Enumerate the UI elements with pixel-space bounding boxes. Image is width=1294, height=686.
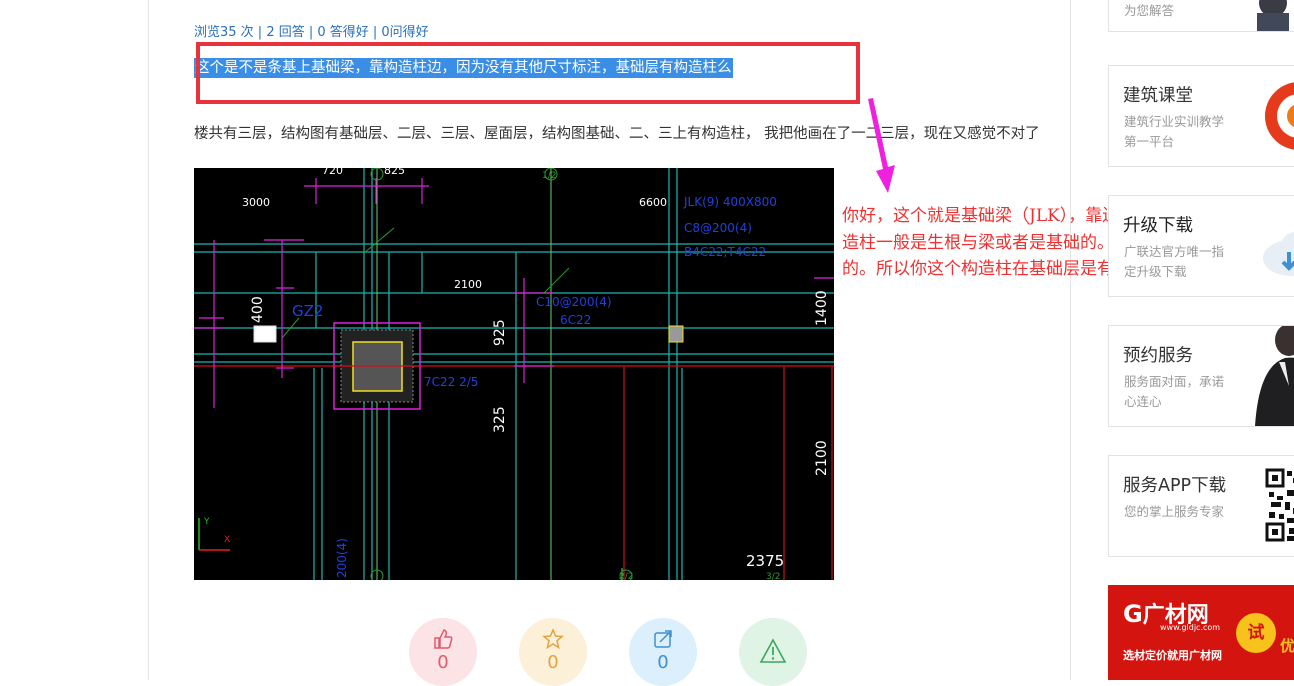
share-count: 0 [657, 652, 669, 673]
sidebar-card-appointment[interactable]: 预约服务 服务面对面，承诺心连心 [1108, 325, 1294, 427]
sidebar-card-app-download[interactable]: 服务APP下载 您的掌上服务专家 [1108, 455, 1294, 557]
report-button[interactable] [739, 618, 807, 686]
service-person-icon [1255, 326, 1294, 426]
course-logo-icon [1265, 82, 1294, 150]
svg-text:JLK(9) 400X800: JLK(9) 400X800 [683, 195, 777, 209]
star-icon [519, 628, 587, 655]
sidebar-card-top-desc: 为您解答 [1124, 3, 1175, 18]
like-button[interactable]: 0 [409, 618, 477, 686]
svg-text:925: 925 [492, 319, 508, 346]
svg-text:825: 825 [384, 168, 405, 177]
cloud-download-icon [1263, 232, 1294, 276]
sidebar-card-title: 服务APP下载 [1123, 476, 1227, 496]
svg-text:400: 400 [250, 296, 266, 323]
svg-text:720: 720 [322, 168, 343, 177]
warning-triangle-icon [739, 638, 807, 669]
svg-text:1/2: 1/2 [542, 171, 556, 181]
svg-text:325: 325 [492, 406, 508, 433]
sidebar-card-desc: 您的掌上服务专家 [1124, 504, 1225, 519]
ad-extra-text: 优 [1280, 637, 1294, 655]
ad-slogan: 选材定价就用广材网 [1123, 649, 1222, 662]
share-button[interactable]: 0 [629, 618, 697, 686]
sidebar-card-desc: 建筑行业实训教学第一平台 [1124, 114, 1225, 149]
svg-text:3000: 3000 [242, 196, 270, 209]
sidebar-card-upgrade[interactable]: 升级下载 广联达官方唯一指定升级下载 [1108, 195, 1294, 297]
favorite-button[interactable]: 0 [519, 618, 587, 686]
svg-text:6600: 6600 [639, 196, 667, 209]
sidebar-card-desc: 广联达官方唯一指定升级下载 [1124, 244, 1225, 279]
svg-text:GZ2: GZ2 [292, 302, 323, 320]
cad-drawing-image: 3000 6600 2100 720 825 2375 400 925 325 … [194, 168, 834, 580]
svg-text:2/2: 2/2 [619, 572, 633, 580]
svg-text:2100: 2100 [814, 440, 830, 476]
svg-text:C10@200(4): C10@200(4) [536, 295, 612, 309]
qr-code-icon [1265, 468, 1294, 542]
svg-text:7C22 2/5: 7C22 2/5 [424, 375, 478, 389]
ad-url: www.gldjc.com [1160, 623, 1221, 632]
like-count: 0 [437, 652, 449, 673]
sidebar-card-desc: 服务面对面，承诺心连心 [1124, 374, 1225, 409]
svg-text:2100: 2100 [454, 278, 482, 291]
support-agent-icon [1257, 0, 1289, 31]
red-highlight-box [196, 42, 860, 104]
question-stats: 浏览35 次 | 2 回答 | 0 答得好 | 0问得好 [194, 25, 429, 40]
svg-text:C8@200(4): C8@200(4) [684, 221, 752, 235]
svg-text:6C22: 6C22 [560, 313, 591, 327]
sidebar-card-title: 升级下载 [1123, 216, 1193, 236]
sidebar-card-title: 建筑课堂 [1123, 86, 1193, 106]
svg-text:200(4): 200(4) [335, 538, 349, 578]
favorite-count: 0 [547, 652, 559, 673]
ad-try-badge: 试 [1236, 613, 1276, 653]
svg-text:2375: 2375 [746, 552, 784, 570]
question-body: 楼共有三层，结构图有基础层、二层、三层、屋面层，结构图基础、二、三上有构造柱， … [194, 126, 1040, 142]
sidebar-card-top[interactable]: 为您解答 [1108, 0, 1294, 32]
thumbs-up-icon [409, 628, 477, 655]
svg-text:1400: 1400 [814, 290, 830, 326]
svg-text:Y: Y [203, 517, 210, 527]
guangcai-ad-banner[interactable]: G广材网 www.gldjc.com 选材定价就用广材网 试 优 [1108, 585, 1294, 680]
sidebar-card-title: 预约服务 [1123, 346, 1193, 366]
svg-text:B4C22;T4C22: B4C22;T4C22 [684, 245, 766, 259]
sidebar-card-course[interactable]: 建筑课堂 建筑行业实训教学第一平台 [1108, 65, 1294, 167]
svg-text:X: X [224, 535, 230, 545]
svg-text:3/2: 3/2 [766, 572, 780, 580]
pink-arrow-icon [868, 98, 895, 193]
share-icon [629, 628, 697, 655]
